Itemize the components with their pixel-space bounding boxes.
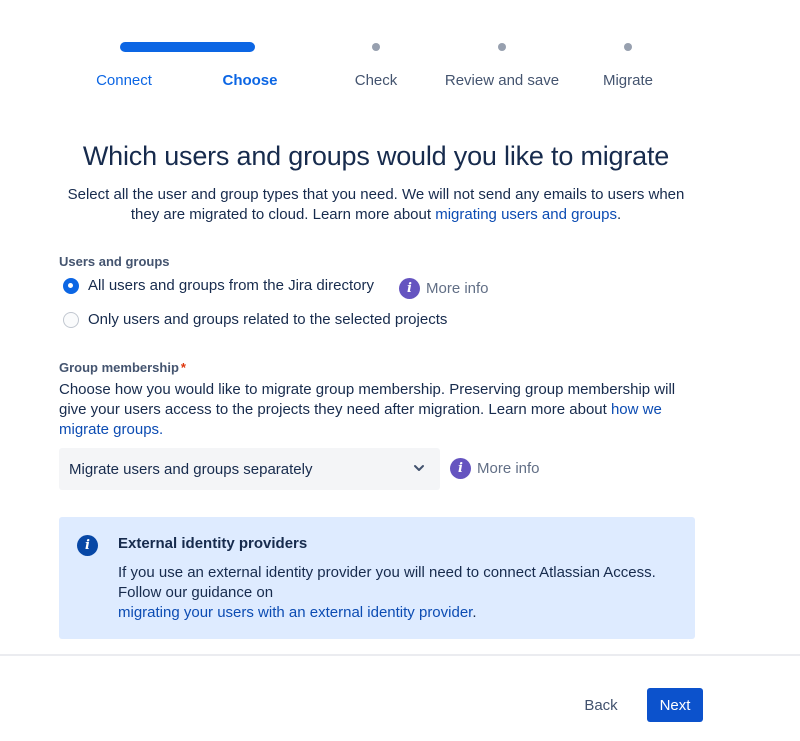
page-title: Which users and groups would you like to… [82,141,670,171]
migrating-users-groups-link[interactable]: migrating users and groups [435,206,617,223]
step-dot [498,43,506,51]
external-identity-provider-link[interactable]: migrating your users with an external id… [118,604,472,621]
step-migrate: Migrate [553,0,703,100]
panel-body-text: If you use an external identity provider… [118,564,656,601]
users-groups-label: Users and groups [59,254,170,269]
radio-related-users[interactable]: Only users and groups related to the sel… [63,311,447,328]
back-button[interactable]: Back [572,688,630,722]
progress-tracker: Connect Choose Check Review and save Mig… [0,0,800,100]
step-indicator [553,42,703,52]
subtitle-end: . [616,206,622,223]
migration-wizard: Connect Choose Check Review and save Mig… [0,0,800,741]
step-dot [372,43,380,51]
group-membership-select[interactable]: Migrate users and groups separately [59,448,440,490]
radio-all-users[interactable]: All users and groups from the Jira direc… [63,277,374,294]
page-subtitle: Select all the user and group types that… [60,185,692,225]
radio-checked-icon[interactable] [63,277,79,294]
step-label: Migrate [602,72,654,89]
progress-line [169,42,255,52]
panel-body: If you use an external identity provider… [118,563,658,623]
group-membership-description: Choose how you would like to migrate gro… [59,380,689,440]
more-info-group[interactable]: i More info [450,458,540,479]
more-info-label: More info [477,460,540,477]
info-icon[interactable]: i [399,278,420,299]
panel-title: External identity providers [118,535,308,552]
group-membership-label: Group membership * [59,360,186,375]
more-info-label: More info [426,280,489,297]
info-icon: i [77,535,98,556]
info-icon[interactable]: i [450,458,471,479]
step-dot [624,43,632,51]
select-value: Migrate users and groups separately [69,460,313,478]
radio-label: Only users and groups related to the sel… [88,311,448,328]
more-info-users[interactable]: i More info [399,278,489,299]
group-membership-label-text: Group membership [59,360,179,375]
external-identity-panel: i External identity providers If you use… [59,517,695,639]
radio-label: All users and groups from the Jira direc… [88,277,374,294]
radio-unchecked-icon[interactable] [63,311,79,328]
next-button[interactable]: Next [647,688,703,722]
panel-body-end: . [472,604,477,621]
chevron-down-icon [414,465,424,471]
description-text: Choose how you would like to migrate gro… [59,381,676,418]
required-asterisk: * [180,360,186,375]
